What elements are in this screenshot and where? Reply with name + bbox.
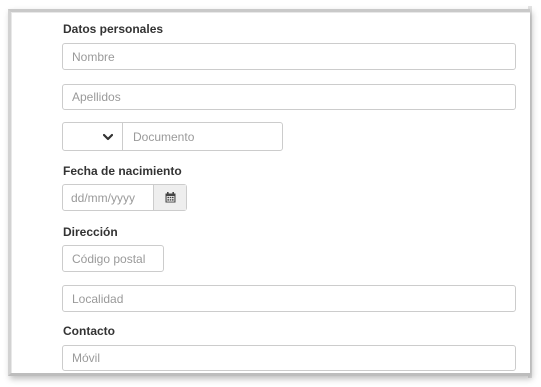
apellidos-field[interactable]: Apellidos [62, 84, 516, 110]
movil-field[interactable]: Móvil [62, 345, 516, 371]
fecha-nacimiento-group: dd/mm/yyyy [62, 184, 187, 211]
calendar-icon [165, 192, 175, 203]
nombre-field[interactable]: Nombre [62, 43, 516, 70]
document-type-select[interactable] [63, 123, 123, 150]
documento-group: Documento [62, 122, 283, 151]
codigo-postal-field[interactable]: Código postal [62, 245, 164, 272]
chevron-down-icon [103, 133, 113, 140]
documento-field[interactable]: Documento [123, 123, 282, 150]
section-title-contact: Contacto [63, 324, 115, 338]
calendar-button[interactable] [154, 185, 186, 210]
section-title-address: Dirección [63, 225, 118, 239]
section-title-birth: Fecha de nacimiento [63, 164, 182, 178]
fecha-nacimiento-field[interactable]: dd/mm/yyyy [63, 185, 154, 210]
section-title-personal: Datos personales [63, 22, 164, 36]
localidad-field[interactable]: Localidad [62, 285, 516, 312]
